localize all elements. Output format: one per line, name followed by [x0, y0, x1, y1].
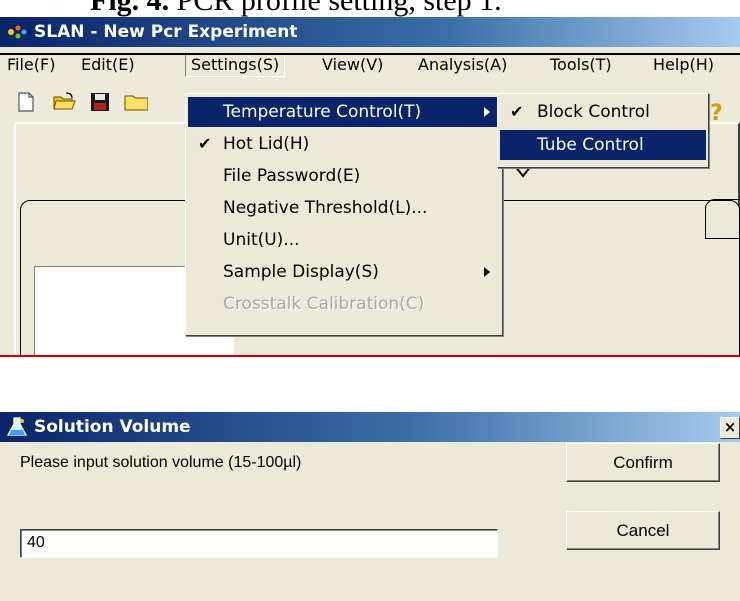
menu-settings[interactable]: Settings(S) — [185, 53, 286, 77]
dialog-title: Solution Volume — [34, 417, 191, 437]
menu-item-label: Temperature Control(T) — [223, 102, 422, 122]
menu-item-temperature-control[interactable]: Temperature Control(T) — [188, 97, 500, 127]
submenu-item-tube-control[interactable]: Tube Control — [500, 130, 706, 160]
panel-divider — [0, 53, 740, 55]
volume-input[interactable]: 40 — [20, 529, 498, 558]
submenu-item-label: Block Control — [537, 102, 650, 122]
menu-help[interactable]: Help(H) — [648, 53, 719, 77]
menu-item-negative-threshold[interactable]: Negative Threshold(L)... — [188, 193, 500, 223]
menu-item-sample-display[interactable]: Sample Display(S) — [188, 257, 500, 287]
menu-file[interactable]: File(F) — [2, 53, 60, 77]
section-separator — [0, 355, 740, 357]
menu-item-label: File Password(E) — [223, 166, 361, 186]
volume-prompt-label: Please input solution volume (15-100µl) — [20, 454, 302, 471]
menu-view[interactable]: View(V) — [317, 53, 388, 77]
menu-item-unit[interactable]: Unit(U)... — [188, 225, 500, 255]
open-folder-icon[interactable] — [52, 91, 76, 113]
menu-item-label: Negative Threshold(L)... — [223, 198, 428, 218]
checkmark-icon: ✔ — [198, 134, 212, 153]
menu-item-hot-lid[interactable]: ✔ Hot Lid(H) — [188, 129, 500, 159]
flask-app-icon — [6, 417, 28, 436]
save-icon[interactable] — [88, 91, 112, 113]
figure-caption: Fig. 4. PCR profile setting, step 1. — [90, 0, 502, 16]
submenu-item-label: Tube Control — [537, 135, 644, 155]
dialog-title-bar: Solution Volume — [0, 412, 740, 442]
menu-item-label: Hot Lid(H) — [223, 134, 310, 154]
figure-caption-label: Fig. 4. — [90, 0, 170, 17]
folder-icon[interactable] — [124, 91, 148, 113]
cancel-button[interactable]: Cancel — [566, 511, 720, 550]
solution-volume-dialog: Solution Volume × Please input solution … — [0, 412, 740, 601]
confirm-button[interactable]: Confirm — [566, 443, 720, 482]
submenu-item-block-control[interactable]: ✔ Block Control — [500, 97, 706, 127]
app-title-bar: SLAN - New Pcr Experiment — [0, 17, 740, 47]
menu-item-label: Unit(U)... — [223, 230, 300, 250]
checkmark-icon: ✔ — [510, 102, 524, 121]
tab-header[interactable] — [705, 199, 740, 239]
menu-item-crosstalk-calibration: Crosstalk Calibration(C) — [188, 289, 500, 319]
menu-analysis[interactable]: Analysis(A) — [413, 53, 512, 77]
submenu-arrow-icon — [484, 107, 490, 117]
slan-app-window: SLAN - New Pcr Experiment File(F) Edit(E… — [0, 17, 740, 357]
temperature-control-submenu: ✔ Block Control Tube Control — [497, 93, 709, 168]
menu-item-label: Sample Display(S) — [223, 262, 379, 282]
close-button[interactable]: × — [720, 417, 740, 439]
menu-item-label: Crosstalk Calibration(C) — [223, 294, 425, 314]
menu-edit[interactable]: Edit(E) — [76, 53, 140, 77]
settings-dropdown-menu: Temperature Control(T) ✔ Hot Lid(H) File… — [185, 93, 503, 336]
help-icon[interactable]: ? — [710, 102, 730, 126]
menu-item-file-password[interactable]: File Password(E) — [188, 161, 500, 191]
new-file-icon[interactable] — [14, 91, 38, 113]
slan-app-icon — [8, 25, 27, 39]
app-title: SLAN - New Pcr Experiment — [34, 22, 298, 42]
menu-tools[interactable]: Tools(T) — [545, 53, 617, 77]
figure-caption-text: PCR profile setting, step 1. — [176, 0, 502, 17]
submenu-arrow-icon — [484, 267, 490, 277]
